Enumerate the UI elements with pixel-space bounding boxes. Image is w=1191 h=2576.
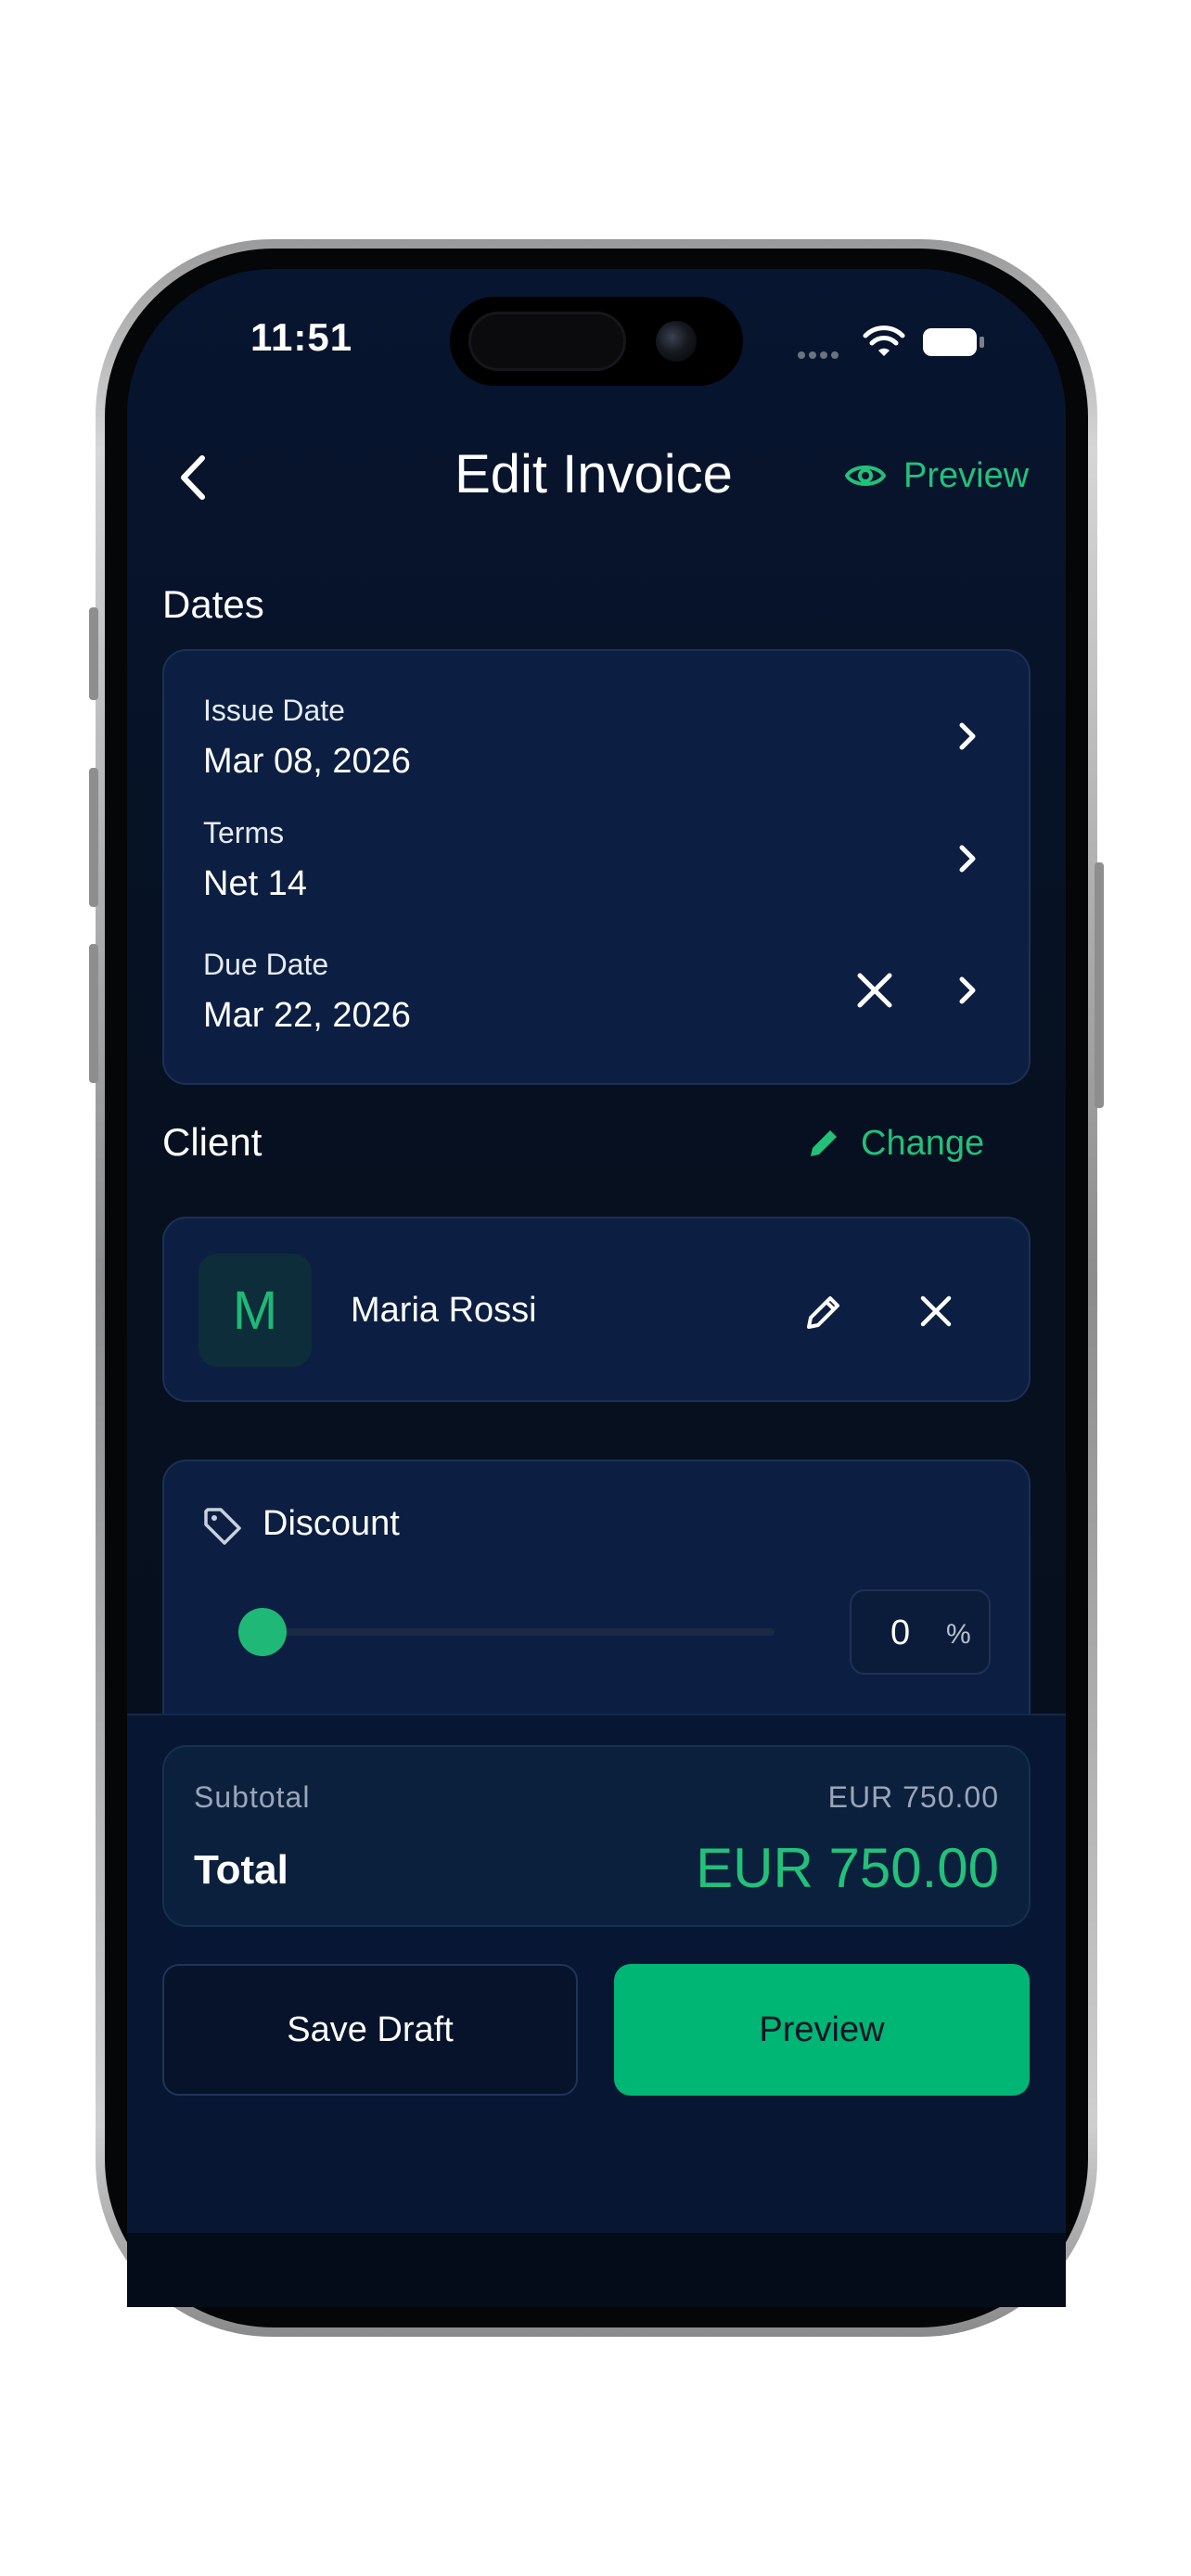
dates-card: Issue Date Mar 08, 2026 Terms Net 14 Due…	[162, 649, 1031, 1085]
front-camera	[656, 321, 697, 362]
issue-date-value: Mar 08, 2026	[203, 742, 411, 781]
eye-icon	[845, 465, 886, 486]
preview-button-label: Preview	[759, 2009, 885, 2049]
discount-value: 0	[890, 1613, 911, 1652]
battery-icon	[923, 328, 984, 356]
total-label: Total	[194, 1847, 288, 1893]
subtotal-value: EUR 750.00	[827, 1780, 999, 1814]
discount-unit: %	[946, 1619, 971, 1650]
volume-down-button	[89, 944, 98, 1083]
subtotal-label: Subtotal	[194, 1780, 311, 1814]
wifi-icon	[863, 325, 905, 356]
terms-row[interactable]: Terms Net 14	[164, 809, 1029, 903]
chevron-right-icon	[959, 845, 976, 873]
page-title: Edit Invoice	[455, 444, 733, 504]
avatar: M	[198, 1254, 312, 1367]
issue-date-row[interactable]: Issue Date Mar 08, 2026	[164, 686, 1029, 781]
footer-bottom	[127, 2233, 1066, 2307]
clear-due-date-icon[interactable]	[854, 970, 895, 1011]
volume-up-button	[89, 768, 98, 907]
due-date-row[interactable]: Due Date Mar 22, 2026	[164, 940, 1029, 1035]
change-client-label: Change	[861, 1123, 985, 1163]
remove-client-icon[interactable]	[918, 1294, 954, 1329]
status-time: 11:51	[250, 315, 353, 359]
totals-card: Subtotal EUR 750.00 Total EUR 750.00	[162, 1745, 1031, 1927]
tag-icon	[204, 1508, 241, 1545]
discount-slider-track[interactable]	[263, 1628, 775, 1636]
client-name: Maria Rossi	[351, 1291, 537, 1330]
chevron-right-icon	[959, 722, 976, 750]
due-date-value: Mar 22, 2026	[203, 996, 411, 1035]
action-button	[89, 607, 98, 700]
dates-section-title: Dates	[162, 582, 264, 626]
header-preview-label: Preview	[903, 455, 1030, 495]
power-button	[1095, 862, 1104, 1108]
back-button[interactable]	[167, 445, 223, 510]
terms-label: Terms	[203, 816, 285, 849]
total-value: EUR 750.00	[696, 1837, 999, 1899]
terms-value: Net 14	[203, 864, 307, 903]
save-draft-label: Save Draft	[287, 2009, 454, 2049]
due-date-label: Due Date	[203, 948, 329, 981]
header-preview-button[interactable]: Preview	[844, 453, 1029, 499]
issue-date-label: Issue Date	[203, 694, 345, 727]
preview-button[interactable]: Preview	[614, 1964, 1030, 2096]
discount-label: Discount	[263, 1504, 400, 1543]
chevron-right-icon	[959, 976, 976, 1004]
cellular-signal-icon	[798, 347, 842, 363]
client-section-title: Client	[162, 1120, 263, 1164]
discount-input[interactable]: 0 %	[850, 1589, 991, 1675]
change-client-button[interactable]: Change	[805, 1120, 984, 1167]
island-sensor	[468, 312, 626, 371]
edit-client-icon[interactable]	[803, 1292, 844, 1333]
chevron-left-icon	[181, 455, 205, 500]
save-draft-button[interactable]: Save Draft	[162, 1964, 578, 2096]
pencil-icon	[811, 1130, 837, 1156]
discount-slider-thumb[interactable]	[238, 1608, 287, 1656]
